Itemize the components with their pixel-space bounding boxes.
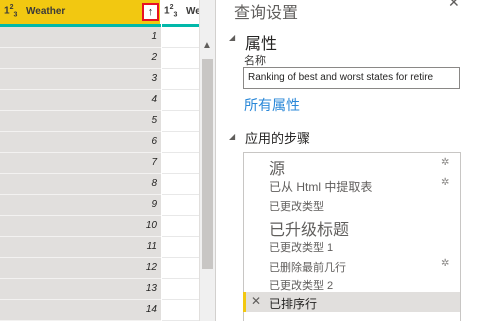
query-settings-pane: 查询设置 ✕ ◢ 属性 名称 Ranking of best and worst… [216,0,485,321]
grid-rows: 1 2 3 4 5 6 7 8 9 10 11 12 13 14 [0,27,199,321]
weather-cell[interactable]: 1 [0,27,161,48]
wellness-cell[interactable] [162,237,199,258]
wellness-cell[interactable] [162,195,199,216]
collapse-triangle-icon[interactable]: ◢ [229,33,235,42]
wellness-cell[interactable] [162,174,199,195]
sort-ascending-icon[interactable]: ↑ [142,3,159,21]
wellness-cell[interactable] [162,48,199,69]
weather-cell[interactable]: 13 [0,279,161,300]
data-grid: 123 Weather ↑ 123 Wellness 1234567891011… [0,0,199,321]
table-row: 13 [0,279,199,300]
step-selection-marker [243,292,246,312]
table-row: 14 [0,300,199,321]
column-title: Wellness [186,6,199,17]
collapse-triangle-icon[interactable]: ◢ [229,132,235,141]
weather-cell[interactable]: 8 [0,174,161,195]
applied-step[interactable]: 已更改类型 2 [244,275,460,292]
vertical-scrollbar[interactable]: ▲ [199,0,215,321]
column-header-wellness[interactable]: 123 Wellness [162,0,199,24]
table-row: 10 [0,216,199,237]
properties-heading: 属性 [245,36,278,53]
table-row: 9 [0,195,199,216]
weather-cell[interactable]: 12 [0,258,161,279]
weather-cell[interactable]: 4 [0,90,161,111]
wellness-cell[interactable] [162,279,199,300]
wellness-cell[interactable] [162,27,199,48]
applied-step[interactable]: 源 ✲ [244,153,460,178]
applied-steps-heading: 应用的步骤 [245,131,311,146]
table-row: 1 [0,27,199,48]
delete-step-icon[interactable]: ✕ [251,294,261,308]
scroll-up-icon[interactable]: ▲ [202,40,212,51]
table-row: 7 [0,153,199,174]
query-name-input[interactable]: Ranking of best and worst states for ret… [243,67,460,89]
weather-cell[interactable]: 2 [0,48,161,69]
table-row: 8 [0,174,199,195]
whole-number-type-icon[interactable]: 123 [4,4,17,18]
applied-step[interactable]: 已从 Html 中提取表 ✲ [244,175,460,194]
all-properties-link[interactable]: 所有属性 [244,95,300,115]
column-header-weather[interactable]: 123 Weather ↑ [0,0,161,24]
table-row: 12 [0,258,199,279]
weather-cell[interactable]: 10 [0,216,161,237]
step-label: 已删除最前几行 [269,261,346,274]
close-icon[interactable]: ✕ [448,0,460,11]
weather-cell[interactable]: 3 [0,69,161,90]
weather-cell[interactable]: 14 [0,300,161,321]
whole-number-type-icon[interactable]: 123 [164,4,177,18]
step-label: 已更改类型 1 [269,241,334,254]
applied-step[interactable]: 已更改类型 [244,194,460,215]
applied-step[interactable]: 已更改类型 1 [244,235,460,255]
weather-cell[interactable]: 6 [0,132,161,153]
scroll-thumb[interactable] [202,59,213,269]
wellness-cell[interactable] [162,132,199,153]
table-row: 6 [0,132,199,153]
applied-steps-list: 源 ✲ 已从 Html 中提取表 ✲ 已更改类型 已升级标题已更改类型 1 已删除最前几行 ✲… [243,152,461,321]
weather-cell[interactable]: 9 [0,195,161,216]
step-label: 已更改类型 2 [269,280,334,293]
applied-step[interactable]: ✕ 已排序行 [243,292,460,312]
step-label: 已从 Html 中提取表 [269,179,373,194]
table-row: 11 [0,237,199,258]
gear-icon[interactable]: ✲ [441,157,449,168]
step-label: 已更改类型 [269,201,324,214]
table-row: 3 [0,69,199,90]
table-row: 4 [0,90,199,111]
wellness-cell[interactable] [162,153,199,174]
table-row: 2 [0,48,199,69]
wellness-cell[interactable] [162,111,199,132]
gear-icon[interactable]: ✲ [441,258,449,269]
wellness-cell[interactable] [162,300,199,321]
applied-step[interactable]: 已删除最前几行 ✲ [244,255,460,275]
pane-title: 查询设置 [234,5,299,22]
table-row: 5 [0,111,199,132]
weather-cell[interactable]: 5 [0,111,161,132]
weather-cell[interactable]: 11 [0,237,161,258]
column-title: Weather [26,6,66,17]
name-label: 名称 [244,55,266,67]
wellness-cell[interactable] [162,258,199,279]
step-label: 已排序行 [269,297,318,312]
applied-step[interactable]: 已升级标题 [244,215,460,239]
weather-cell[interactable]: 7 [0,153,161,174]
wellness-cell[interactable] [162,90,199,111]
gear-icon[interactable]: ✲ [441,177,449,188]
wellness-cell[interactable] [162,69,199,90]
wellness-cell[interactable] [162,216,199,237]
